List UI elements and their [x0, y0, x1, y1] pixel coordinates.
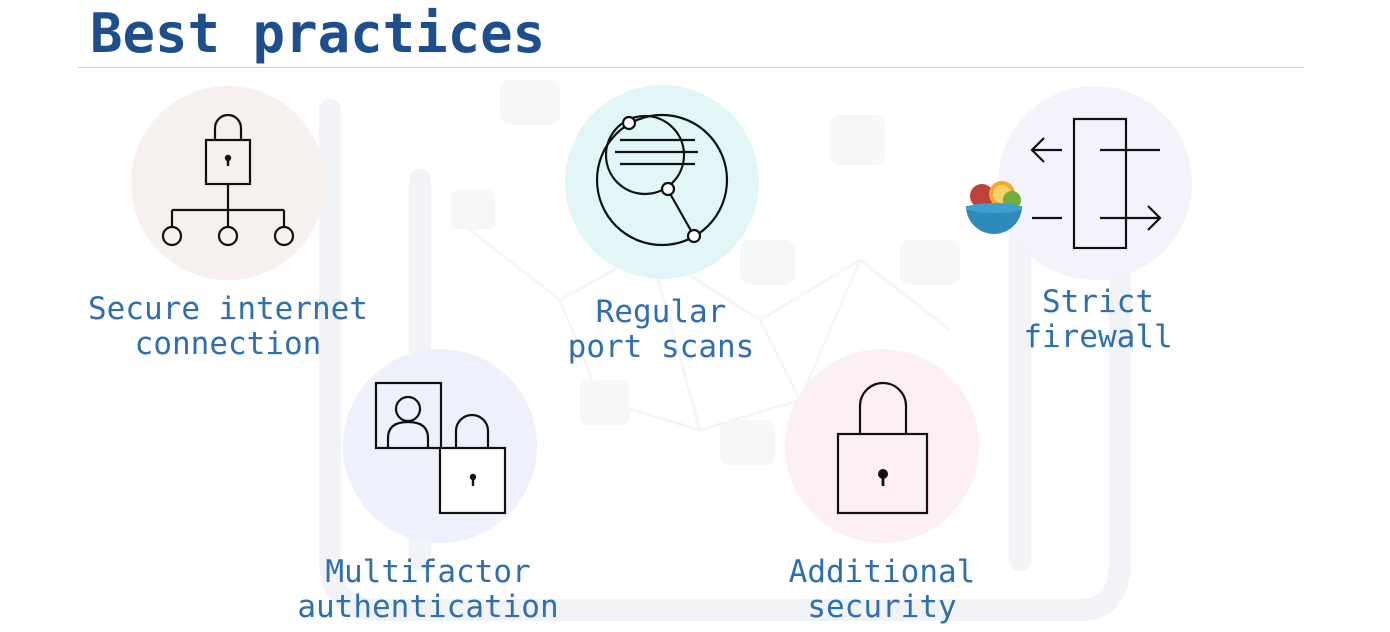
firewall-icon [1030, 117, 1162, 250]
best-practices-slide: Best practices Secure internet connectio… [0, 0, 1390, 632]
practice-label-additional-security: Additional security [788, 554, 976, 625]
port-scan-icon [595, 113, 729, 247]
practice-label-secure-connection: Secure internet connection [88, 291, 368, 362]
practice-label-port-scans: Regular port scans [567, 294, 755, 365]
bowl-logo-icon [966, 181, 1022, 234]
page-title: Best practices [90, 2, 546, 65]
title-divider [78, 67, 1304, 68]
padlock-icon [836, 381, 929, 515]
network-lock-icon [161, 113, 295, 247]
multifactor-auth-icon [374, 381, 507, 515]
practice-label-multifactor: Multifactor authentication [297, 554, 559, 625]
practice-label-firewall: Strict firewall [1023, 284, 1173, 355]
